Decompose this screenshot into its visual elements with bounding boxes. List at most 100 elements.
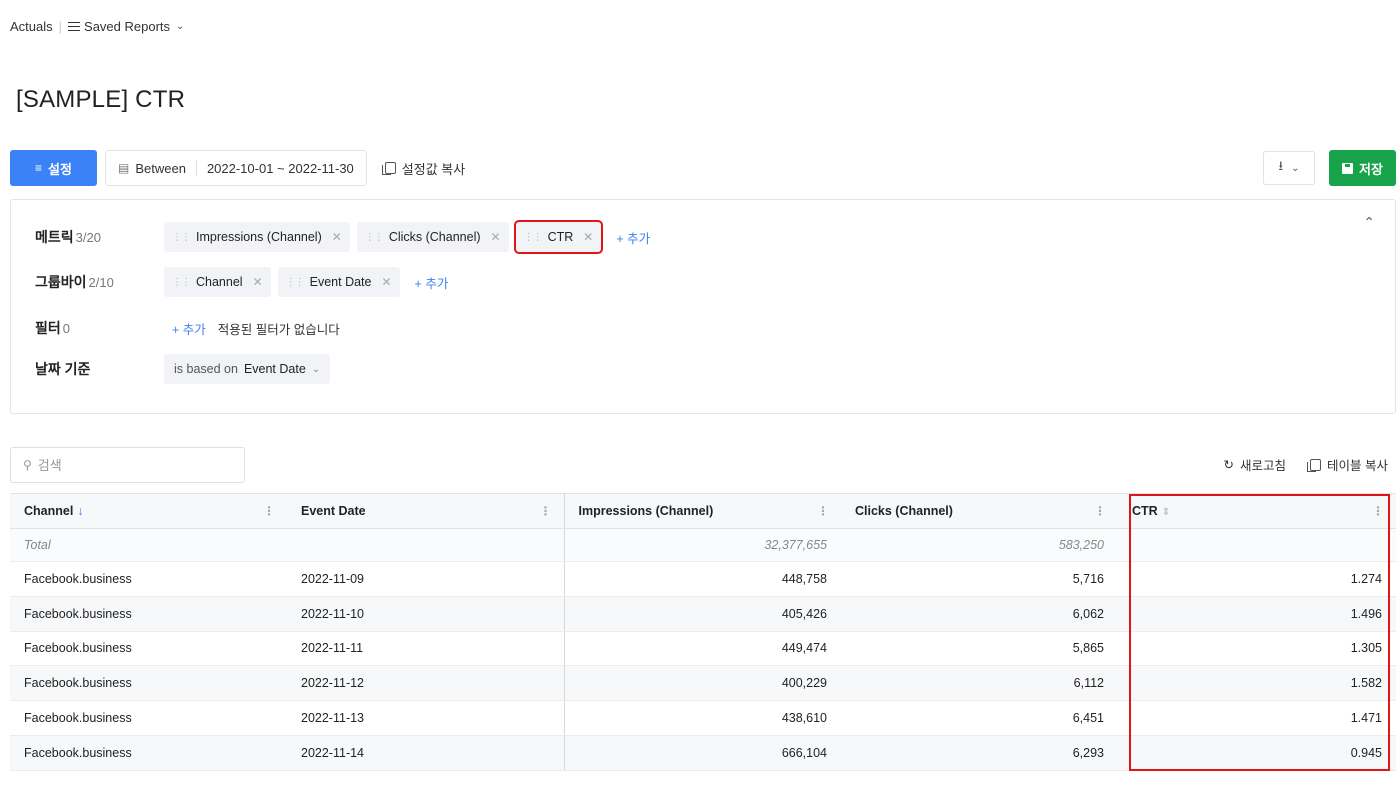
remove-icon[interactable]: ✕ — [381, 275, 391, 289]
nav-actuals[interactable]: Actuals — [10, 19, 53, 34]
sort-desc-icon[interactable]: ↓ — [77, 504, 83, 518]
date-basis-select[interactable]: is based on Event Date ⌄ — [164, 354, 331, 384]
groupby-row: 그룹바이 2/10 ⋮⋮ Channel ✕ ⋮⋮ Event Date ✕ + … — [35, 267, 448, 297]
save-button[interactable]: 저장 — [1329, 150, 1396, 186]
total-impressions: 32,377,655 — [564, 528, 841, 562]
total-clicks: 583,250 — [841, 528, 1118, 562]
filter-label: 필터 0 — [35, 320, 70, 336]
cell-ctr: 1.471 — [1118, 700, 1396, 736]
download-icon: ⭳ — [1278, 158, 1284, 173]
save-icon — [1342, 162, 1354, 174]
chevron-down-icon: ⌄ — [176, 21, 185, 32]
drag-handle-icon[interactable]: ⋮⋮ — [365, 232, 384, 243]
date-basis-row: 날짜 기준 is based on Event Date ⌄ — [35, 354, 331, 384]
copy-settings-button[interactable]: 설정값 복사 — [381, 159, 466, 178]
column-menu-icon[interactable]: ⋮ — [1372, 504, 1384, 518]
calendar-icon: ▤ — [118, 161, 130, 175]
sliders-icon: ≡ — [35, 161, 43, 175]
metric-chip-ctr[interactable]: ⋮⋮ CTR ✕ — [513, 220, 604, 254]
copy-settings-label: 설정값 복사 — [401, 161, 466, 177]
drag-handle-icon[interactable]: ⋮⋮ — [172, 277, 191, 288]
settings-button[interactable]: ≡ 설정 — [10, 150, 97, 186]
chevron-up-icon[interactable]: ⌃ — [1363, 214, 1375, 231]
column-header-impressions[interactable]: Impressions (Channel) ⋮ — [564, 493, 841, 529]
cell-impressions: 405,426 — [564, 596, 841, 632]
refresh-button[interactable]: ↻ 새로고침 — [1224, 455, 1287, 474]
table-search[interactable]: ⚲ — [10, 447, 245, 483]
cell-channel: Facebook.business — [10, 596, 287, 632]
cell-event-date: 2022-11-11 — [287, 631, 565, 667]
filter-row: 필터 0 + 추가 적용된 필터가 없습니다 — [35, 313, 340, 343]
sort-icon[interactable]: ⇕ — [1162, 507, 1170, 518]
column-menu-icon[interactable]: ⋮ — [540, 504, 552, 518]
search-icon: ⚲ — [23, 458, 32, 472]
cell-channel: Facebook.business — [10, 631, 287, 667]
cell-clicks: 6,112 — [841, 665, 1118, 702]
cell-channel: Facebook.business — [10, 700, 287, 736]
date-mode: Between — [135, 160, 186, 176]
cell-clicks: 6,451 — [841, 700, 1118, 736]
table-row[interactable]: Facebook.business 2022-11-10 405,426 6,0… — [10, 596, 1396, 632]
remove-icon[interactable]: ✕ — [491, 230, 501, 244]
cell-impressions: 400,229 — [564, 665, 841, 702]
cell-ctr: 1.496 — [1118, 596, 1396, 632]
top-nav: Actuals | Saved Reports ⌄ — [10, 19, 184, 34]
column-header-ctr[interactable]: CTR ⇕ ⋮ — [1118, 493, 1396, 529]
drag-handle-icon[interactable]: ⋮⋮ — [286, 277, 305, 288]
metric-chip-clicks[interactable]: ⋮⋮ Clicks (Channel) ✕ — [356, 222, 509, 252]
drag-handle-icon[interactable]: ⋮⋮ — [524, 232, 543, 243]
copy-table-button[interactable]: 테이블 복사 — [1307, 455, 1388, 474]
metrics-label: 메트릭 3/20 — [35, 229, 101, 245]
date-range-picker[interactable]: ▤ Between 2022-10-01 ~ 2022-11-30 — [105, 150, 367, 186]
refresh-icon: ↻ — [1223, 458, 1234, 472]
cell-channel: Facebook.business — [10, 665, 287, 702]
cell-event-date: 2022-11-09 — [287, 561, 565, 597]
cell-channel: Facebook.business — [10, 735, 287, 771]
right-toolbar: ⭳ ⌄ 저장 — [1263, 150, 1396, 186]
download-dropdown[interactable]: ⭳ ⌄ — [1263, 151, 1315, 185]
cell-event-date: 2022-11-10 — [287, 596, 565, 632]
add-groupby-link[interactable]: + 추가 — [415, 273, 449, 292]
list-icon — [68, 21, 81, 32]
column-header-clicks[interactable]: Clicks (Channel) ⋮ — [841, 493, 1118, 529]
chevron-down-icon: ⌄ — [311, 363, 321, 375]
remove-icon[interactable]: ✕ — [253, 275, 263, 289]
column-header-event-date[interactable]: Event Date ⋮ — [287, 493, 565, 529]
column-menu-icon[interactable]: ⋮ — [1094, 504, 1106, 518]
nav-divider: | — [58, 19, 63, 34]
metrics-row: 메트릭 3/20 ⋮⋮ Impressions (Channel) ✕ ⋮⋮ Cl… — [35, 220, 650, 254]
report-config-panel: ⌃ 메트릭 3/20 ⋮⋮ Impressions (Channel) ✕ ⋮⋮ … — [10, 199, 1396, 414]
cell-impressions: 666,104 — [564, 735, 841, 771]
metric-chip-impressions[interactable]: ⋮⋮ Impressions (Channel) ✕ — [164, 222, 350, 252]
table-row[interactable]: Facebook.business 2022-11-12 400,229 6,1… — [10, 665, 1396, 702]
remove-icon[interactable]: ✕ — [583, 230, 593, 244]
total-row: Total 32,377,655 583,250 — [10, 528, 1396, 562]
table-row[interactable]: Facebook.business 2022-11-09 448,758 5,7… — [10, 561, 1396, 597]
column-header-channel[interactable]: Channel ↓ ⋮ — [10, 493, 287, 529]
table-row[interactable]: Facebook.business 2022-11-14 666,104 6,2… — [10, 735, 1396, 771]
search-input[interactable] — [37, 457, 218, 473]
groupby-chip-event-date[interactable]: ⋮⋮ Event Date ✕ — [277, 267, 400, 297]
column-menu-icon[interactable]: ⋮ — [817, 504, 829, 518]
cell-ctr: 0.945 — [1118, 735, 1396, 771]
cell-clicks: 6,293 — [841, 735, 1118, 771]
cell-ctr: 1.274 — [1118, 561, 1396, 597]
total-ctr — [1118, 528, 1396, 562]
table-row[interactable]: Facebook.business 2022-11-13 438,610 6,4… — [10, 700, 1396, 736]
table-header-row: Channel ↓ ⋮ Event Date ⋮ Impressions (Cha… — [10, 493, 1396, 529]
groupby-chip-channel[interactable]: ⋮⋮ Channel ✕ — [164, 267, 271, 297]
column-menu-icon[interactable]: ⋮ — [263, 504, 275, 518]
table-row[interactable]: Facebook.business 2022-11-11 449,474 5,8… — [10, 631, 1396, 667]
cell-event-date: 2022-11-13 — [287, 700, 565, 736]
remove-icon[interactable]: ✕ — [332, 230, 342, 244]
drag-handle-icon[interactable]: ⋮⋮ — [172, 232, 191, 243]
add-filter-link[interactable]: + 추가 — [172, 319, 206, 338]
chevron-down-icon: ⌄ — [1291, 162, 1300, 174]
saved-reports-dropdown[interactable]: Saved Reports ⌄ — [68, 19, 184, 34]
settings-label: 설정 — [48, 161, 72, 177]
cell-impressions: 448,758 — [564, 561, 841, 597]
cell-event-date: 2022-11-14 — [287, 735, 565, 771]
copy-icon — [381, 162, 396, 175]
date-range-value: 2022-10-01 ~ 2022-11-30 — [206, 160, 354, 176]
add-metric-link[interactable]: + 추가 — [616, 228, 650, 247]
